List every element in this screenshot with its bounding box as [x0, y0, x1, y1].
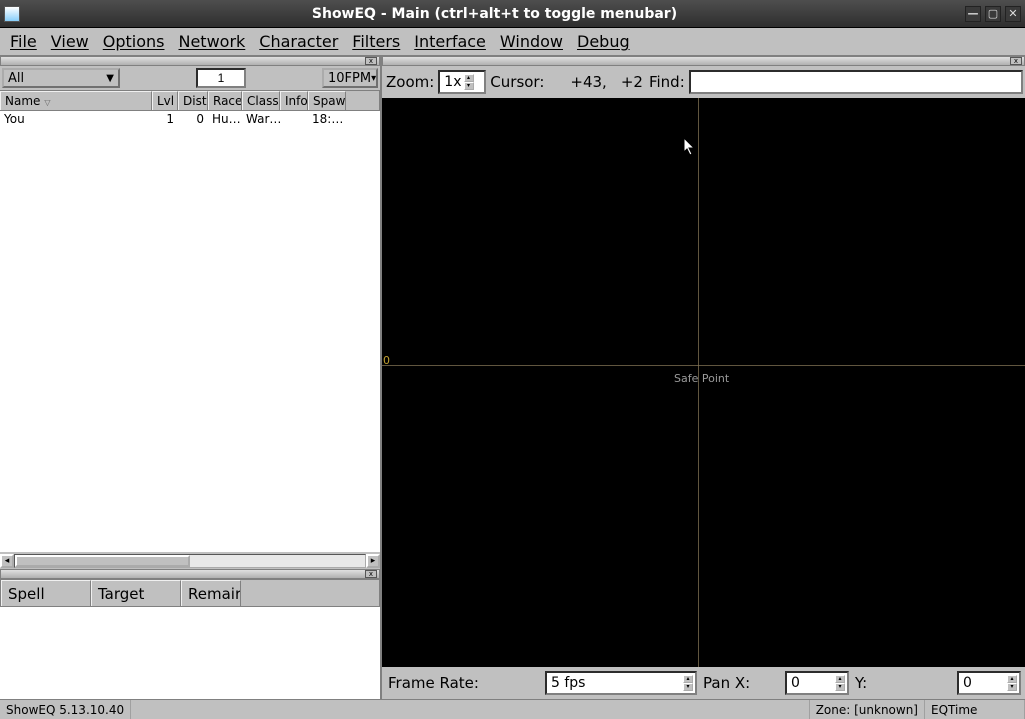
pany-label: Y: [853, 674, 869, 692]
zoom-label: Zoom: [384, 73, 436, 91]
col-info[interactable]: Info [280, 91, 308, 110]
menu-file[interactable]: File [4, 30, 43, 53]
spin-up-icon[interactable]: ▴ [464, 74, 474, 82]
mouse-cursor-icon [684, 138, 696, 156]
map-view[interactable]: 0 Safe Point [382, 98, 1025, 667]
menu-interface[interactable]: Interface [408, 30, 492, 53]
cell-info [280, 111, 308, 129]
spelllist-close-icon[interactable]: x [365, 570, 377, 578]
col-lvl[interactable]: Lvl [152, 91, 178, 110]
col-name[interactable]: Name▽ [0, 91, 152, 110]
spin-up-icon[interactable]: ▴ [1007, 675, 1017, 683]
menu-filters[interactable]: Filters [346, 30, 406, 53]
menu-character[interactable]: Character [253, 30, 344, 53]
spawn-filter-value: All [8, 71, 24, 86]
status-bar: ShowEQ 5.13.10.40 Zone: [unknown] EQTime [0, 699, 1025, 719]
map-close-icon[interactable]: x [1010, 57, 1022, 65]
map-toolbar: Zoom: 1x ▴▾ Cursor: +43, +2 Find: [382, 66, 1025, 98]
find-label: Find: [647, 73, 687, 91]
axis-origin-label: 0 [383, 354, 390, 367]
cell-dist: 0 [178, 111, 208, 129]
col-target[interactable]: Target [91, 580, 181, 606]
menu-debug[interactable]: Debug [571, 30, 636, 53]
spawnlist-header: Name▽ Lvl Dist Race Class Info Spaw [0, 90, 380, 111]
scroll-left-icon[interactable]: ◂ [0, 554, 14, 568]
menubar: File View Options Network Character Filt… [0, 28, 1025, 56]
col-spell[interactable]: Spell [1, 580, 91, 606]
zoom-value: 1x [444, 74, 461, 90]
status-version: ShowEQ 5.13.10.40 [0, 700, 131, 719]
map-bottombar: Frame Rate: 5 fps ▴▾ Pan X: 0 ▴▾ Y: 0 ▴▾ [382, 667, 1025, 699]
spin-up-icon[interactable]: ▴ [835, 675, 845, 683]
framerate-spinbox[interactable]: 5 fps ▴▾ [545, 671, 697, 695]
axis-horizontal [382, 365, 1025, 366]
spawnlist-toolbar: All ▼ 10FPM ▾ [0, 66, 380, 90]
cursor-x: +43, [568, 73, 608, 91]
sort-asc-icon: ▽ [44, 98, 50, 107]
spawnlist-hscroll[interactable]: ◂ ▸ [0, 552, 380, 569]
col-dist[interactable]: Dist [178, 91, 208, 110]
chevron-down-icon: ▾ [371, 73, 376, 84]
cursor-y: +2 [619, 73, 645, 91]
spelllist-dragbar[interactable]: x [0, 569, 380, 579]
col-spawn[interactable]: Spaw [308, 91, 346, 110]
chevron-down-icon: ▼ [106, 73, 114, 84]
spawn-count-input[interactable] [196, 68, 246, 88]
window-title: ShowEQ - Main (ctrl+alt+t to toggle menu… [28, 6, 961, 22]
col-remain[interactable]: Remair [181, 580, 241, 606]
panx-spinbox[interactable]: 0 ▴▾ [785, 671, 849, 695]
spelllist-body [0, 607, 380, 699]
minimize-button[interactable]: — [965, 6, 981, 22]
find-input[interactable] [689, 70, 1023, 94]
safe-point-label: Safe Point [674, 372, 729, 385]
cell-spawn: 18:… [308, 111, 346, 129]
fps-combo[interactable]: 10FPM ▾ [322, 68, 378, 88]
maximize-button[interactable]: ▢ [985, 6, 1001, 22]
framerate-value: 5 fps [551, 675, 585, 691]
cell-name: You [0, 111, 152, 129]
scroll-thumb[interactable] [15, 555, 190, 567]
panx-value: 0 [791, 675, 800, 691]
map-dragbar[interactable]: x [382, 56, 1025, 66]
col-class[interactable]: Class [242, 91, 280, 110]
app-icon [4, 6, 20, 22]
framerate-label: Frame Rate: [386, 674, 541, 692]
status-zone: Zone: [unknown] [809, 700, 925, 719]
close-button[interactable]: ✕ [1005, 6, 1021, 22]
spawnlist-dragbar[interactable]: x [0, 56, 380, 66]
spawn-filter-combo[interactable]: All ▼ [2, 68, 120, 88]
cell-race: Hu… [208, 111, 242, 129]
spin-down-icon[interactable]: ▾ [835, 683, 845, 691]
menu-view[interactable]: View [45, 30, 95, 53]
pany-value: 0 [963, 675, 972, 691]
cursor-label: Cursor: [488, 73, 546, 91]
zoom-spinbox[interactable]: 1x ▴▾ [438, 70, 486, 94]
spawnlist-close-icon[interactable]: x [365, 57, 377, 65]
spin-down-icon[interactable]: ▾ [1007, 683, 1017, 691]
pany-spinbox[interactable]: 0 ▴▾ [957, 671, 1021, 695]
spin-up-icon[interactable]: ▴ [683, 675, 693, 683]
col-race[interactable]: Race [208, 91, 242, 110]
spelllist-header: Spell Target Remair [0, 579, 380, 607]
table-row[interactable]: You 1 0 Hu… War… 18:… [0, 111, 380, 129]
scroll-track[interactable] [14, 554, 366, 568]
spawnlist-body: You 1 0 Hu… War… 18:… [0, 111, 380, 552]
status-eqtime: EQTime [925, 700, 1025, 719]
spin-down-icon[interactable]: ▾ [683, 683, 693, 691]
panx-label: Pan X: [701, 674, 781, 692]
fps-value: 10FPM [328, 71, 371, 86]
window-titlebar: ShowEQ - Main (ctrl+alt+t to toggle menu… [0, 0, 1025, 28]
scroll-right-icon[interactable]: ▸ [366, 554, 380, 568]
menu-options[interactable]: Options [97, 30, 171, 53]
menu-network[interactable]: Network [172, 30, 251, 53]
cell-class: War… [242, 111, 280, 129]
menu-window[interactable]: Window [494, 30, 569, 53]
cell-lvl: 1 [152, 111, 178, 129]
spin-down-icon[interactable]: ▾ [464, 82, 474, 90]
